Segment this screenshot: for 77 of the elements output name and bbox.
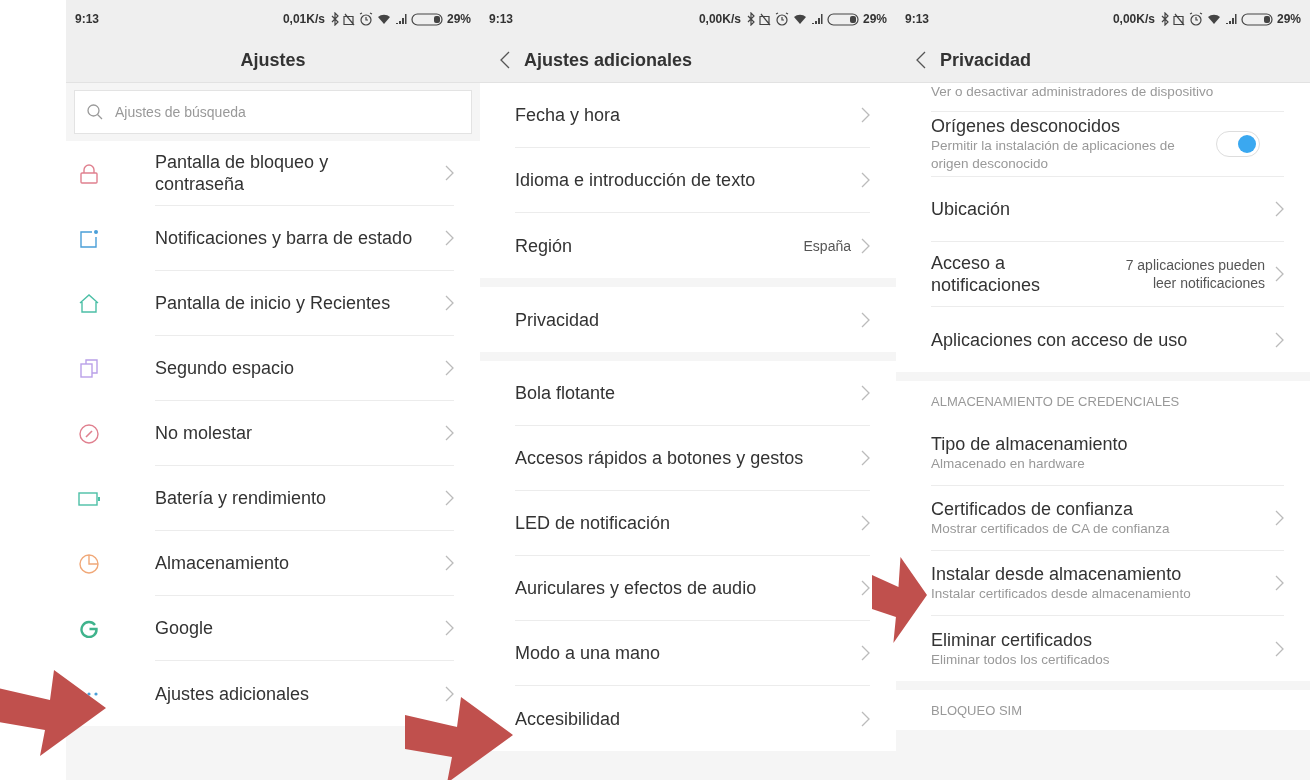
screen-title: Ajustes — [240, 49, 306, 71]
setting-title[interactable]: Segundo espacio — [155, 357, 295, 379]
setting-description: Ver o desactivar administradores de dispositivo — [931, 83, 1214, 101]
notification-icon — [79, 228, 99, 249]
setting-title[interactable]: Batería y rendimiento — [155, 487, 327, 509]
home-icon — [79, 294, 99, 313]
search-icon — [87, 104, 103, 120]
toggle-switch[interactable] — [1216, 131, 1260, 157]
setting-title[interactable]: Accesibilidad — [515, 707, 621, 730]
setting-description: Instalar certificados desde almacenamiento — [931, 585, 1191, 603]
setting-title[interactable]: Fecha y hora — [515, 104, 621, 126]
setting-title[interactable]: LED de notificación — [515, 512, 671, 534]
bluetooth-icon — [746, 12, 755, 26]
battery-icon — [410, 12, 443, 26]
setting-title[interactable]: Google — [155, 617, 214, 639]
vibrate-off-icon — [1172, 12, 1185, 26]
lock-icon — [80, 163, 98, 184]
back-icon[interactable] — [916, 51, 926, 69]
google-icon — [80, 619, 98, 638]
setting-description: Eliminar todos los certificados — [931, 650, 1110, 669]
setting-title[interactable]: Instalar desde almacenamiento — [931, 563, 1182, 585]
pie-chart-icon — [79, 553, 99, 574]
setting-title: Orígenes desconocidos — [931, 115, 1121, 137]
setting-description: Permitir la instalación de aplicaciones de origen desconocido — [931, 137, 1176, 173]
battery-percent: 29% — [446, 12, 471, 26]
back-icon[interactable] — [500, 51, 510, 69]
setting-title[interactable]: Notificaciones y barra de estado — [155, 227, 413, 249]
bluetooth-icon — [330, 12, 339, 26]
network-speed: 0,00K/s — [698, 12, 741, 26]
status-time: 9:13 — [489, 12, 514, 26]
wifi-icon — [1206, 13, 1221, 25]
network-speed: 0,00K/s — [1112, 12, 1155, 26]
setting-title[interactable]: Privacidad — [515, 308, 600, 331]
status-time: 9:13 — [905, 12, 930, 26]
wifi-icon — [376, 13, 391, 25]
setting-title[interactable]: Eliminar certificados — [931, 628, 1093, 651]
setting-description: Almacenado en hardware — [931, 455, 1085, 473]
screen-title: Ajustes adicionales — [524, 49, 693, 71]
setting-title[interactable]: No molestar — [155, 422, 253, 444]
signal-icon — [394, 13, 407, 25]
wifi-icon — [792, 13, 807, 25]
battery-percent: 29% — [862, 12, 887, 26]
alarm-icon — [358, 12, 373, 26]
setting-title[interactable]: Modo a una mano — [515, 642, 661, 664]
setting-title[interactable]: Ubicación — [931, 198, 1011, 220]
setting-description: Mostrar certificados de CA de confianza — [931, 520, 1170, 538]
setting-title[interactable]: Idioma e introducción de texto — [515, 169, 756, 191]
setting-title[interactable]: Tipo de almacenamiento — [931, 433, 1128, 455]
setting-value: España — [803, 236, 851, 255]
battery-icon — [78, 491, 100, 506]
setting-title[interactable]: Bola flotante — [515, 382, 616, 404]
setting-title[interactable]: Acceso a notificaciones — [931, 252, 1105, 296]
setting-title[interactable]: Ajustes adicionales — [155, 682, 310, 705]
alarm-icon — [1188, 12, 1203, 26]
do-not-disturb-icon — [79, 423, 99, 444]
vibrate-off-icon — [342, 12, 355, 26]
setting-title[interactable]: Pantalla de bloqueo y contraseña — [155, 151, 413, 195]
setting-title[interactable]: Pantalla de inicio y Recientes — [155, 292, 391, 314]
status-time: 9:13 — [75, 12, 100, 26]
vibrate-off-icon — [758, 12, 771, 26]
alarm-icon — [774, 12, 789, 26]
setting-value: 7 aplicaciones pueden leer notificaciones — [1124, 256, 1265, 292]
copy-icon — [80, 359, 98, 378]
setting-title[interactable]: Región — [515, 234, 573, 257]
setting-title[interactable]: Aplicaciones con acceso de uso — [931, 328, 1188, 351]
signal-icon — [1224, 13, 1237, 25]
battery-percent: 29% — [1276, 12, 1301, 26]
signal-icon — [810, 13, 823, 25]
setting-title[interactable]: Certificados de confianza — [931, 498, 1134, 520]
network-speed: 0,01K/s — [282, 12, 325, 26]
bluetooth-icon — [1160, 12, 1169, 26]
setting-title[interactable]: Almacenamiento — [155, 552, 290, 574]
battery-icon — [826, 12, 859, 26]
setting-title[interactable]: Accesos rápidos a botones y gestos — [515, 447, 804, 469]
setting-title[interactable]: Auriculares y efectos de audio — [515, 577, 757, 599]
battery-icon — [1240, 12, 1273, 26]
screen-title: Privacidad — [940, 49, 1032, 71]
